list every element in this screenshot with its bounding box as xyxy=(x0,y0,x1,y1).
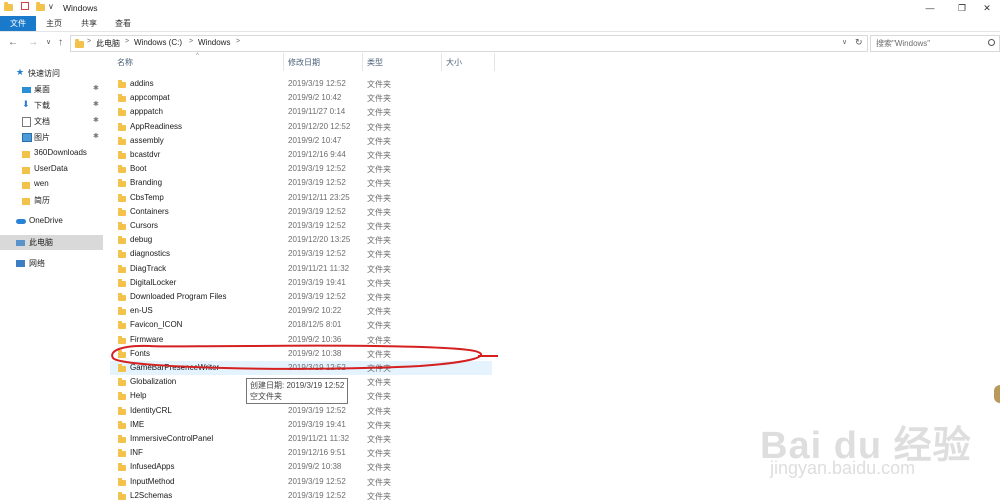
floating-assistant-icon[interactable] xyxy=(994,385,1000,403)
baidu-watermark-url: jingyan.baidu.com xyxy=(770,458,916,478)
